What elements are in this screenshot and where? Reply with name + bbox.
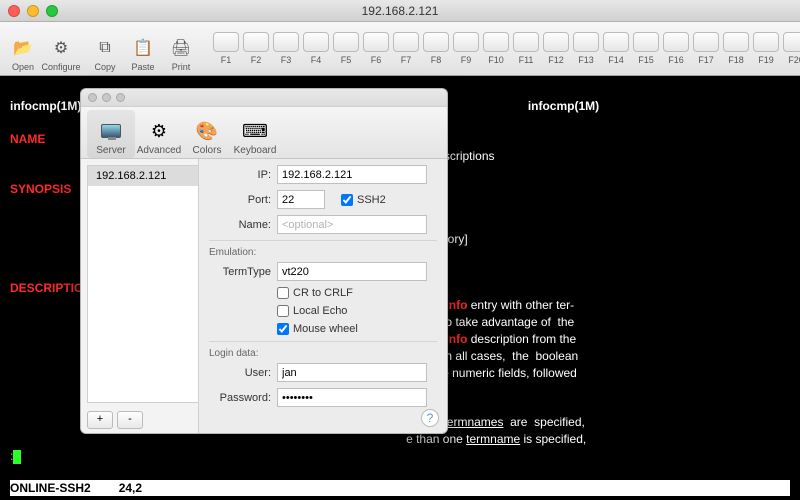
- cr-crlf-checkbox[interactable]: [277, 287, 289, 299]
- window-titlebar: 192.168.2.121: [0, 0, 800, 22]
- ip-label: IP:: [209, 169, 271, 181]
- fkey-icon: [213, 32, 239, 52]
- print-icon: 🖨: [169, 36, 193, 60]
- fkey-icon: [693, 32, 719, 52]
- fkey-icon: [513, 32, 539, 52]
- status-bar: ONLINE-SSH2 24,2: [10, 480, 790, 496]
- fkey-icon: [243, 32, 269, 52]
- user-field[interactable]: [277, 363, 427, 382]
- open-icon: 📂: [11, 36, 35, 60]
- minimize-window-button[interactable]: [27, 5, 39, 17]
- password-label: Password:: [209, 392, 271, 404]
- gears-icon: ⚙: [147, 119, 171, 143]
- login-group-label: Login data:: [209, 348, 437, 359]
- ip-field[interactable]: [277, 165, 427, 184]
- monitor-icon: [99, 119, 123, 143]
- fkey-f19[interactable]: F19: [752, 32, 780, 65]
- tab-keyboard[interactable]: ⌨ Keyboard: [231, 110, 279, 158]
- fkey-f11[interactable]: F11: [512, 32, 540, 65]
- open-button[interactable]: 📂 Open: [6, 26, 40, 72]
- fkey-f16[interactable]: F16: [662, 32, 690, 65]
- prefs-tabbar: Server ⚙ Advanced 🎨 Colors ⌨ Keyboard: [81, 107, 447, 159]
- fkey-icon: [753, 32, 779, 52]
- mouse-wheel-checkbox[interactable]: [277, 323, 289, 335]
- prefs-titlebar: [81, 89, 447, 107]
- fkey-f7[interactable]: F7: [392, 32, 420, 65]
- server-list[interactable]: 192.168.2.121: [87, 165, 198, 403]
- name-field[interactable]: [277, 215, 427, 234]
- help-button[interactable]: ?: [421, 409, 439, 427]
- ssh2-checkbox[interactable]: [341, 194, 353, 206]
- server-list-item[interactable]: 192.168.2.121: [88, 166, 198, 186]
- add-server-button[interactable]: +: [87, 411, 113, 429]
- tab-server[interactable]: Server: [87, 110, 135, 158]
- tab-colors[interactable]: 🎨 Colors: [183, 110, 231, 158]
- prefs-close-button[interactable]: [88, 93, 97, 102]
- local-echo-checkbox[interactable]: [277, 305, 289, 317]
- port-field[interactable]: [277, 190, 325, 209]
- fkey-f18[interactable]: F18: [722, 32, 750, 65]
- termtype-field[interactable]: [277, 262, 427, 281]
- keyboard-icon: ⌨: [243, 119, 267, 143]
- password-field[interactable]: [277, 388, 427, 407]
- fkey-f4[interactable]: F4: [302, 32, 330, 65]
- fkey-icon: [573, 32, 599, 52]
- fkey-f13[interactable]: F13: [572, 32, 600, 65]
- window-title: 192.168.2.121: [0, 4, 800, 18]
- color-wheel-icon: 🎨: [195, 119, 219, 143]
- fkey-icon: [363, 32, 389, 52]
- fkey-icon: [273, 32, 299, 52]
- fkey-f6[interactable]: F6: [362, 32, 390, 65]
- fkey-f10[interactable]: F10: [482, 32, 510, 65]
- fkey-icon: [483, 32, 509, 52]
- fkey-f14[interactable]: F14: [602, 32, 630, 65]
- copy-button[interactable]: ⧉ Copy: [88, 26, 122, 72]
- zoom-window-button[interactable]: [46, 5, 58, 17]
- termtype-label: TermType: [209, 266, 271, 278]
- server-sidebar: 192.168.2.121 + -: [81, 159, 199, 433]
- user-label: User:: [209, 367, 271, 379]
- ssh2-label: SSH2: [357, 194, 386, 206]
- main-toolbar: 📂 Open ⚙ Configure ⧉ Copy 📋 Paste 🖨 Prin…: [0, 22, 800, 76]
- fkey-icon: [663, 32, 689, 52]
- emulation-group-label: Emulation:: [209, 247, 437, 258]
- fkey-icon: [633, 32, 659, 52]
- paste-button[interactable]: 📋 Paste: [126, 26, 160, 72]
- terminal-cursor: [13, 450, 21, 464]
- fkey-icon: [333, 32, 359, 52]
- prefs-minimize-button[interactable]: [102, 93, 111, 102]
- port-label: Port:: [209, 194, 271, 206]
- server-form: IP: Port: SSH2 Name: Emulation: TermType: [199, 159, 447, 433]
- tab-advanced[interactable]: ⚙ Advanced: [135, 110, 183, 158]
- configure-button[interactable]: ⚙ Configure: [44, 26, 78, 72]
- paste-icon: 📋: [131, 36, 155, 60]
- fkey-icon: [603, 32, 629, 52]
- fkey-f20[interactable]: F20: [782, 32, 800, 65]
- remove-server-button[interactable]: -: [117, 411, 143, 429]
- fkey-icon: [423, 32, 449, 52]
- name-label: Name:: [209, 219, 271, 231]
- preferences-dialog: Server ⚙ Advanced 🎨 Colors ⌨ Keyboard 19…: [80, 88, 448, 434]
- fkey-f1[interactable]: F1: [212, 32, 240, 65]
- prefs-zoom-button[interactable]: [116, 93, 125, 102]
- fkey-f9[interactable]: F9: [452, 32, 480, 65]
- print-button[interactable]: 🖨 Print: [164, 26, 198, 72]
- fkey-f12[interactable]: F12: [542, 32, 570, 65]
- fkey-icon: [453, 32, 479, 52]
- copy-icon: ⧉: [93, 36, 117, 60]
- fkey-f3[interactable]: F3: [272, 32, 300, 65]
- fkey-f17[interactable]: F17: [692, 32, 720, 65]
- fkey-f15[interactable]: F15: [632, 32, 660, 65]
- fkey-f2[interactable]: F2: [242, 32, 270, 65]
- close-window-button[interactable]: [8, 5, 20, 17]
- fkey-icon: [723, 32, 749, 52]
- fkey-icon: [783, 32, 800, 52]
- fkey-f5[interactable]: F5: [332, 32, 360, 65]
- fkey-icon: [303, 32, 329, 52]
- gear-icon: ⚙: [49, 36, 73, 60]
- fkey-icon: [393, 32, 419, 52]
- fkey-f8[interactable]: F8: [422, 32, 450, 65]
- fkey-icon: [543, 32, 569, 52]
